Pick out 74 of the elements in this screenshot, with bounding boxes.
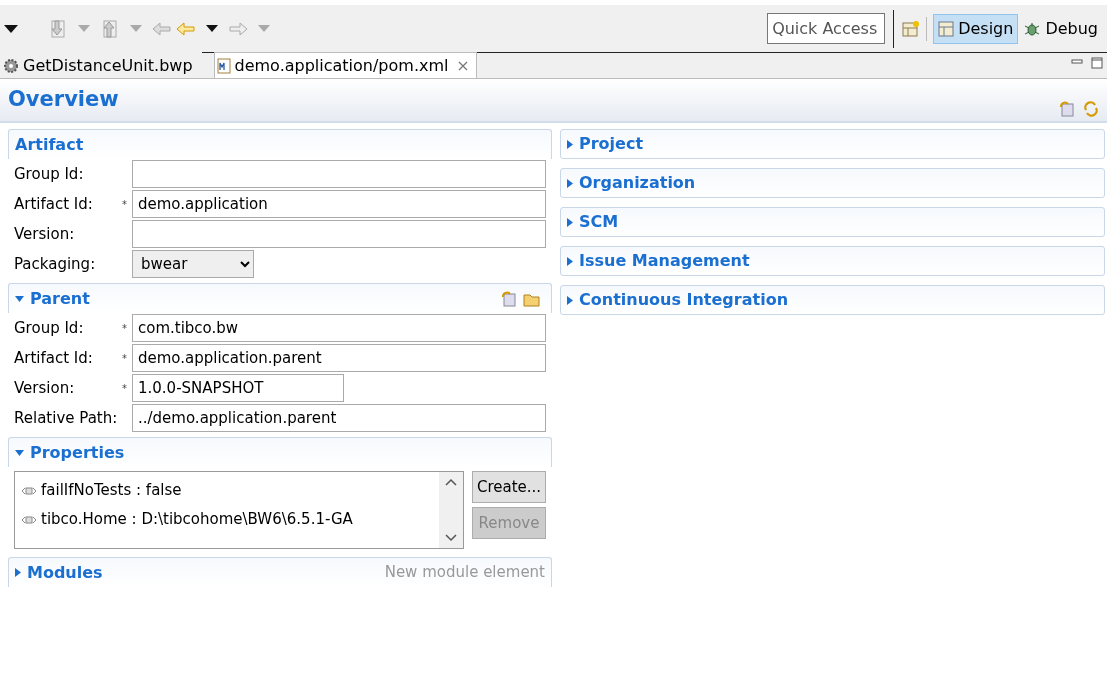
collapse-triangle-icon[interactable] xyxy=(15,449,24,456)
perspective-button[interactable]: Design xyxy=(933,13,1019,44)
field-label: Version: xyxy=(14,223,76,245)
scrollbar[interactable] xyxy=(439,472,463,548)
property-icon xyxy=(21,514,37,525)
section-title: SCM xyxy=(579,211,619,233)
section-header[interactable]: Parent xyxy=(8,283,552,313)
input-field[interactable]: ../demo.application.parent xyxy=(132,404,546,432)
page-title: Overview xyxy=(8,86,119,114)
quick-access-field[interactable]: Quick Access xyxy=(767,13,886,44)
back-arrow-icon[interactable] xyxy=(176,20,196,37)
field-label: Artifact Id: xyxy=(14,347,94,369)
section-header[interactable]: Issue Management xyxy=(560,246,1105,276)
expand-triangle-icon[interactable] xyxy=(567,256,573,266)
perspective-button[interactable]: Debug xyxy=(1018,13,1103,44)
section-header[interactable]: Properties xyxy=(8,437,552,467)
editor-tab[interactable]: demo.application/pom.xml xyxy=(213,52,478,78)
input-field[interactable] xyxy=(132,220,546,248)
required-marker: * xyxy=(122,381,128,396)
dropdown-caret-icon[interactable] xyxy=(4,24,18,33)
collapse-triangle-icon[interactable] xyxy=(15,295,24,302)
expand-triangle-icon[interactable] xyxy=(15,568,21,577)
section-header[interactable]: Continuous Integration xyxy=(560,285,1105,315)
dropdown[interactable]: bwear xyxy=(132,250,254,278)
section-title: Issue Management xyxy=(579,250,750,272)
expand-triangle-icon[interactable] xyxy=(567,178,573,188)
field-label: Packaging: xyxy=(14,253,97,275)
scroll-down-icon[interactable] xyxy=(445,534,457,542)
download-icon[interactable] xyxy=(48,18,68,39)
section-header[interactable]: Modules New module element xyxy=(8,557,552,587)
section-title: Project xyxy=(579,133,644,155)
section-header[interactable]: SCM xyxy=(560,207,1105,237)
required-marker: * xyxy=(122,321,128,336)
close-icon[interactable] xyxy=(458,60,469,71)
input-field[interactable]: 1.0.0-SNAPSHOT xyxy=(132,374,344,402)
field-label: Artifact Id: xyxy=(14,193,94,215)
scroll-up-icon[interactable] xyxy=(445,478,457,486)
section-title: Properties xyxy=(30,441,125,464)
open-perspective-icon[interactable] xyxy=(902,19,921,38)
field-label: Group Id: xyxy=(14,317,85,339)
section-title: Modules xyxy=(27,561,103,584)
property-item[interactable]: tibco.Home : D:\tibcohome\BW6\6.5.1-GA xyxy=(41,508,353,531)
input-field[interactable]: demo.application xyxy=(132,190,546,218)
refresh-icon[interactable] xyxy=(1083,101,1099,117)
section-title: Parent xyxy=(30,287,90,310)
upload-icon[interactable] xyxy=(100,18,120,39)
table-icon xyxy=(938,20,955,37)
expand-triangle-icon[interactable] xyxy=(567,295,573,305)
input-field[interactable]: demo.application.parent xyxy=(132,344,546,372)
forward-arrow-icon[interactable] xyxy=(228,20,248,37)
required-marker: * xyxy=(122,197,128,212)
property-item[interactable]: failIfNoTests : false xyxy=(41,479,182,502)
input-field[interactable] xyxy=(132,160,546,188)
expand-triangle-icon[interactable] xyxy=(567,139,573,149)
dropdown-caret-icon[interactable] xyxy=(206,25,218,32)
field-label: Relative Path: xyxy=(14,407,119,429)
field-label: Group Id: xyxy=(14,163,85,185)
input-field[interactable]: com.tibco.bw xyxy=(132,314,546,342)
back-arrow-icon[interactable] xyxy=(152,20,172,37)
section-title: Continuous Integration xyxy=(579,289,788,311)
section-title: Artifact xyxy=(15,133,84,156)
section-header[interactable]: Artifact xyxy=(8,129,552,159)
button[interactable]: Create... xyxy=(472,471,546,503)
expand-triangle-icon[interactable] xyxy=(567,217,573,227)
gear-icon xyxy=(3,57,19,74)
section-title: Organization xyxy=(579,172,696,194)
section-header[interactable]: Organization xyxy=(560,168,1105,198)
required-marker: * xyxy=(122,351,128,366)
field-label: Version: xyxy=(14,377,76,399)
document-icon xyxy=(216,57,231,74)
section-header[interactable]: Project xyxy=(560,129,1105,159)
hint-text: New module element xyxy=(384,562,545,584)
property-icon xyxy=(21,485,37,496)
maximize-icon[interactable] xyxy=(1091,57,1103,69)
